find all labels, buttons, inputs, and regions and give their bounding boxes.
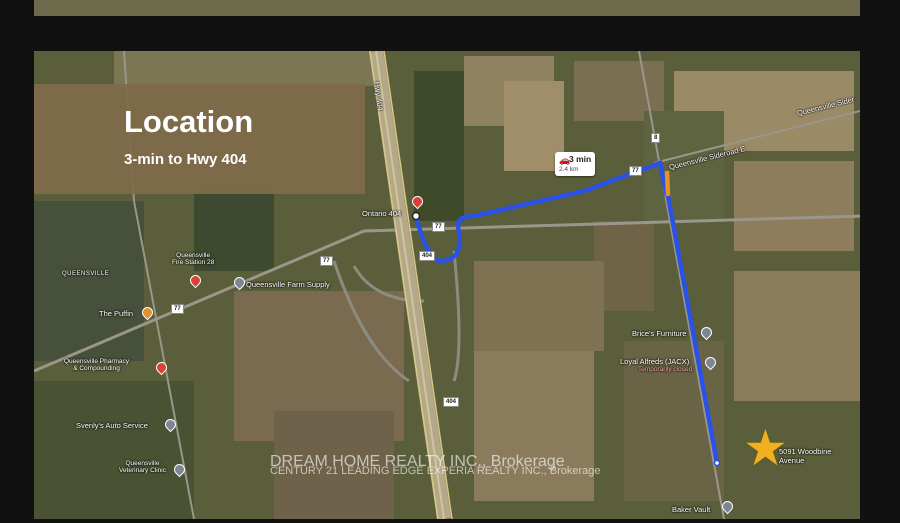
route-time-badge[interactable]: 🚗 3 min 2.4 km: [555, 152, 595, 176]
label-baker-vault[interactable]: Baker Vault: [672, 505, 710, 514]
route-77-shield: 77: [320, 256, 333, 266]
route-time: 3 min: [569, 154, 592, 164]
label-woodbine-address: 5091 Woodbine Avenue: [779, 447, 832, 465]
label-fire-station[interactable]: Queensville Fire Station 28: [172, 252, 214, 266]
route-77-shield: 77: [171, 304, 184, 314]
route-8-shield: 8: [651, 133, 661, 143]
satellite-map[interactable]: Location 3-min to Hwy 404 🚗 3 min 2.4 km…: [34, 51, 860, 519]
top-image-strip: [34, 0, 860, 16]
label-farm-supply[interactable]: Queensville Farm Supply: [246, 280, 330, 289]
route-77-shield: 77: [432, 222, 445, 232]
label-svenly[interactable]: Svenly's Auto Service: [76, 421, 148, 430]
label-ontario-404: Ontario 404: [362, 209, 402, 218]
route-404-shield: 404: [443, 397, 460, 407]
location-subtitle: 3-min to Hwy 404: [124, 151, 247, 168]
route-404-shield: 404: [419, 251, 436, 261]
label-loyal-status: Temporarily closed: [638, 366, 693, 373]
location-info-box: Location 3-min to Hwy 404: [34, 84, 365, 194]
label-the-puffin[interactable]: The Puffin: [99, 309, 133, 318]
label-brice-furniture[interactable]: Brice's Furniture: [632, 329, 686, 338]
label-queensville: QUEENSVILLE: [62, 271, 110, 277]
watermark-century21: CENTURY 21 LEADING EDGE EXPERIA REALTY I…: [270, 465, 601, 477]
label-loyal-alfreds[interactable]: Loyal Alfreds (JACX): [620, 357, 689, 366]
route-77-shield: 77: [629, 166, 642, 176]
label-vet-clinic[interactable]: Queensville Veterinary Clinic: [119, 460, 166, 474]
route-distance: 2.4 km: [559, 166, 579, 173]
label-pharmacy[interactable]: Queensville Pharmacy & Compounding: [64, 358, 129, 372]
location-title: Location: [124, 104, 254, 139]
